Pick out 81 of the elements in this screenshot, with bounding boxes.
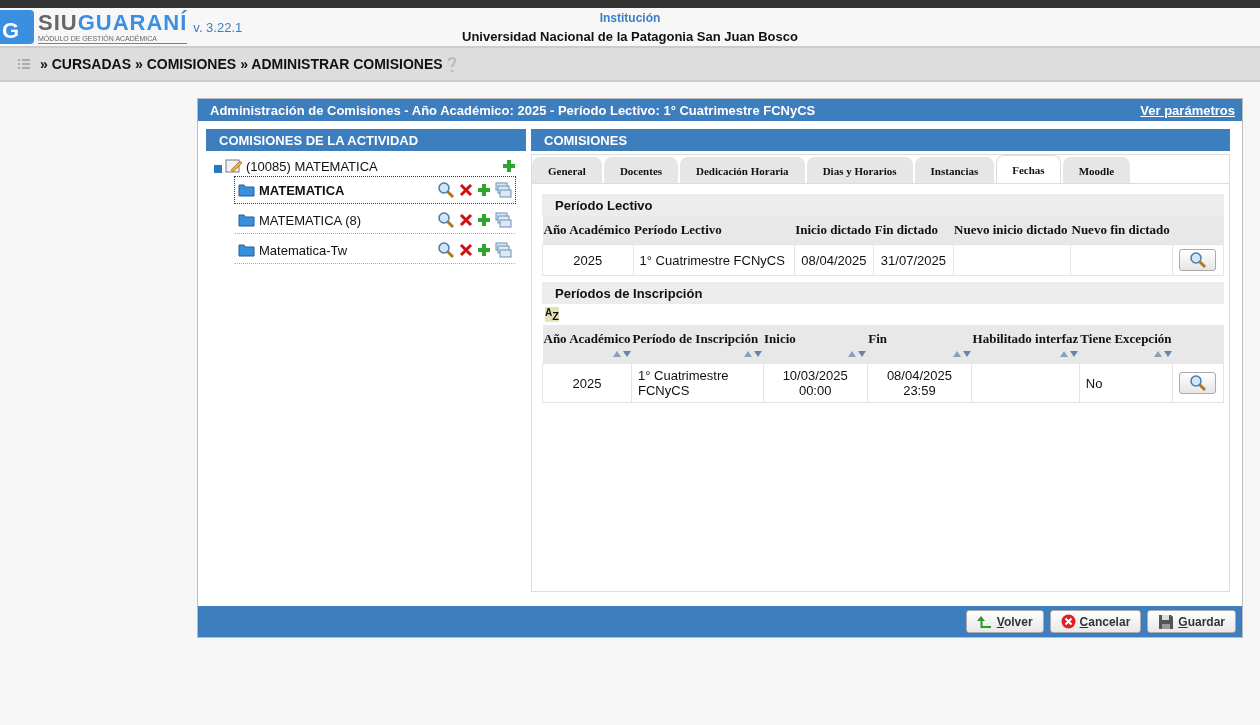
column-header: Fin dictado — [873, 216, 954, 245]
column-header: Período Lectivo — [633, 216, 795, 245]
table-cell: 10/03/2025 00:00 — [763, 363, 868, 403]
view-button[interactable] — [1179, 372, 1216, 394]
pencil-note-icon — [225, 158, 243, 174]
tree-item-label[interactable]: MATEMATICA (8) — [259, 212, 433, 228]
tab[interactable]: Docentes — [603, 157, 679, 183]
breadcrumb-item[interactable]: » CURSADAS — [40, 56, 131, 72]
view-button[interactable] — [1179, 249, 1216, 271]
tab[interactable]: Fechas — [996, 155, 1061, 183]
tree-item[interactable]: MATEMATICA — [234, 176, 516, 204]
add-icon[interactable] — [477, 213, 491, 227]
section-header: COMISIONES — [531, 129, 1230, 151]
add-icon[interactable] — [502, 159, 516, 173]
brand-name: GUARANÍ — [77, 10, 188, 35]
column-header[interactable]: Fin — [868, 331, 888, 347]
collapse-toggle[interactable] — [214, 165, 222, 173]
delete-icon[interactable] — [459, 243, 473, 257]
sort-arrows-icon[interactable] — [1060, 351, 1079, 357]
tab[interactable]: Dias y Horarios — [806, 157, 913, 183]
windows-icon[interactable] — [495, 212, 512, 228]
institution-label: Institución — [599, 11, 661, 25]
tree-item-label[interactable]: Matematica-Tw — [259, 242, 433, 258]
tab[interactable]: General — [532, 157, 602, 183]
parameters-link[interactable]: Ver parámetros — [1140, 102, 1235, 118]
cancel-icon — [1060, 614, 1076, 629]
sort-arrows-icon[interactable] — [848, 351, 867, 357]
tree-root-label[interactable]: (10085) MATEMATICA — [246, 158, 499, 174]
table-cell: 31/07/2025 — [873, 244, 954, 276]
sort-arrows-icon[interactable] — [1153, 351, 1172, 357]
version-label: v. 3.22.1 — [193, 19, 243, 35]
table-cell: 1° Cuatrimestre FCNyCS — [633, 244, 795, 276]
table-cell: No — [1079, 363, 1173, 403]
table-cell: 08/04/2025 23:59 — [867, 363, 972, 403]
tab[interactable]: Instancias — [914, 157, 995, 183]
column-header: Nuevo inicio dictado — [953, 216, 1071, 245]
column-header: Inicio dictado — [794, 216, 874, 245]
table-cell: 08/04/2025 — [794, 244, 874, 276]
folder-icon — [238, 213, 255, 227]
tree-item-label[interactable]: MATEMATICA — [259, 182, 433, 198]
institution-name: Universidad Nacional de la Patagonia San Juan Bosco — [462, 29, 798, 44]
magnifier-icon — [437, 211, 455, 229]
folder-icon — [238, 243, 255, 257]
windows-icon[interactable] — [495, 242, 512, 258]
tab[interactable]: Dedicación Horaria — [680, 157, 805, 183]
windows-icon[interactable] — [495, 182, 512, 198]
breadcrumb-item[interactable]: » ADMINISTRAR COMISIONES — [240, 56, 443, 72]
add-icon[interactable] — [477, 183, 491, 197]
delete-icon[interactable] — [459, 213, 473, 227]
delete-icon[interactable] — [459, 183, 473, 197]
column-header: Nuevo fin dictado — [1070, 216, 1173, 245]
magnifier-icon — [437, 241, 455, 259]
brand-name: SIU — [38, 10, 78, 35]
column-header[interactable]: Inicio — [764, 331, 796, 347]
sort-az-icon[interactable]: AZ — [545, 307, 559, 322]
section-band: Períodos de Inscripción — [542, 282, 1224, 304]
table-cell: 2025 — [542, 363, 632, 403]
arrow-icon — [976, 614, 993, 629]
menu-icon[interactable] — [18, 59, 30, 69]
table-cell: 1° Cuatrimestre FCNyCS — [631, 363, 764, 403]
tree-item[interactable]: Matematica-Tw — [234, 236, 516, 264]
action-button[interactable]: Cancelar — [1049, 610, 1142, 633]
tree-item[interactable]: MATEMATICA (8) — [234, 206, 516, 234]
sort-arrows-icon[interactable] — [612, 351, 631, 357]
breadcrumb-item[interactable]: » COMISIONES — [135, 56, 237, 72]
magnifier-icon — [1188, 374, 1207, 392]
tab[interactable]: Moodle — [1062, 157, 1131, 183]
section-band: Período Lectivo — [542, 194, 1224, 216]
column-header: Año Académico — [542, 216, 634, 245]
logo-icon: G — [0, 10, 34, 44]
action-button[interactable]: Volver — [965, 610, 1044, 633]
add-icon[interactable] — [477, 243, 491, 257]
magnifier-icon — [1188, 251, 1207, 269]
table-cell: 2025 — [542, 244, 634, 276]
folder-icon — [238, 183, 255, 197]
panel-title: Administración de Comisiones - Año Académico: 2025 - Período Lectivo: 1° Cuatrimestre FCNyCS — [210, 102, 816, 118]
action-button[interactable]: Guardar — [1147, 610, 1236, 633]
magnifier-icon — [437, 181, 455, 199]
sort-arrows-icon[interactable] — [952, 351, 971, 357]
sort-arrows-icon[interactable] — [744, 351, 763, 357]
section-header: COMISIONES DE LA ACTIVIDAD — [206, 129, 526, 151]
